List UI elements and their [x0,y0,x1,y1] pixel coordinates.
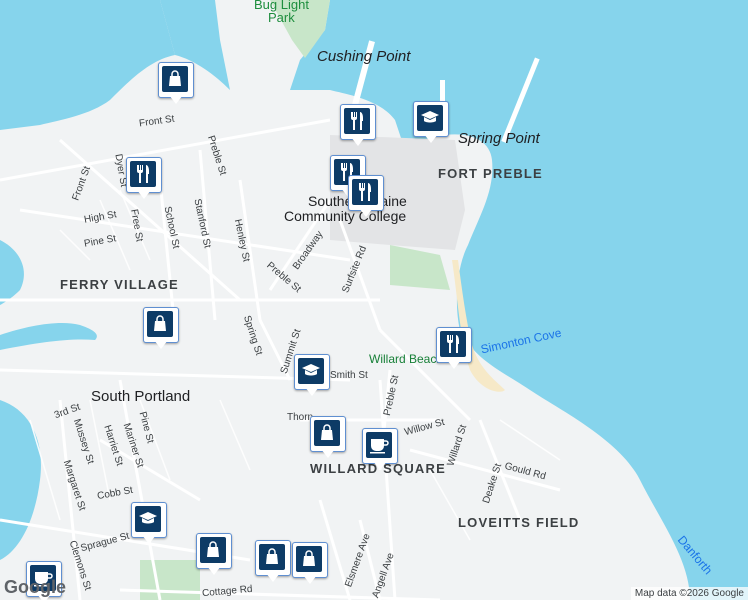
water-harbor-north [0,0,175,130]
pin-school-spring-point[interactable] [413,101,449,145]
shopping-bag-icon [200,537,226,563]
graduation-cap-icon [298,358,324,384]
water-west-cove [0,400,41,560]
pin-restaurant-dyer[interactable] [126,157,162,201]
pin-restaurant-college-2[interactable] [348,175,384,219]
fork-knife-icon [130,161,156,187]
pin-shop-ferry[interactable] [143,307,179,351]
map-attribution: Map data ©2026 Google [630,587,748,600]
shopping-bag-icon [296,546,322,572]
coffee-cup-icon [366,432,392,458]
pin-shop-cottage-2[interactable] [255,540,291,584]
pin-shop-willard-1[interactable] [310,416,346,460]
pin-shop-cottage-3[interactable] [292,542,328,586]
pin-restaurant-point[interactable] [340,104,376,148]
pin-school-sprague[interactable] [131,502,167,546]
shopping-bag-icon [162,66,188,92]
park-willard-beach [390,245,450,290]
graduation-cap-icon [417,105,443,131]
pin-cafe-willard[interactable] [362,428,398,472]
pin-shop-front[interactable] [158,62,194,106]
water-creek [0,323,97,350]
water-west-inlet [0,240,24,305]
pin-school-summit[interactable] [294,354,330,398]
shopping-bag-icon [259,544,285,570]
shopping-bag-icon [314,420,340,446]
fork-knife-icon [440,331,466,357]
pin-shop-cottage-1[interactable] [196,533,232,577]
pin-restaurant-beach[interactable] [436,327,472,371]
graduation-cap-icon [135,506,161,532]
google-logo: Google [4,577,66,597]
fork-knife-icon [352,179,378,205]
fork-knife-icon [344,108,370,134]
shopping-bag-icon [147,311,173,337]
map-canvas[interactable]: Bug Light Park Cushing Point Spring Poin… [0,0,748,600]
map-base-layer [0,0,748,600]
park-south [140,560,200,600]
